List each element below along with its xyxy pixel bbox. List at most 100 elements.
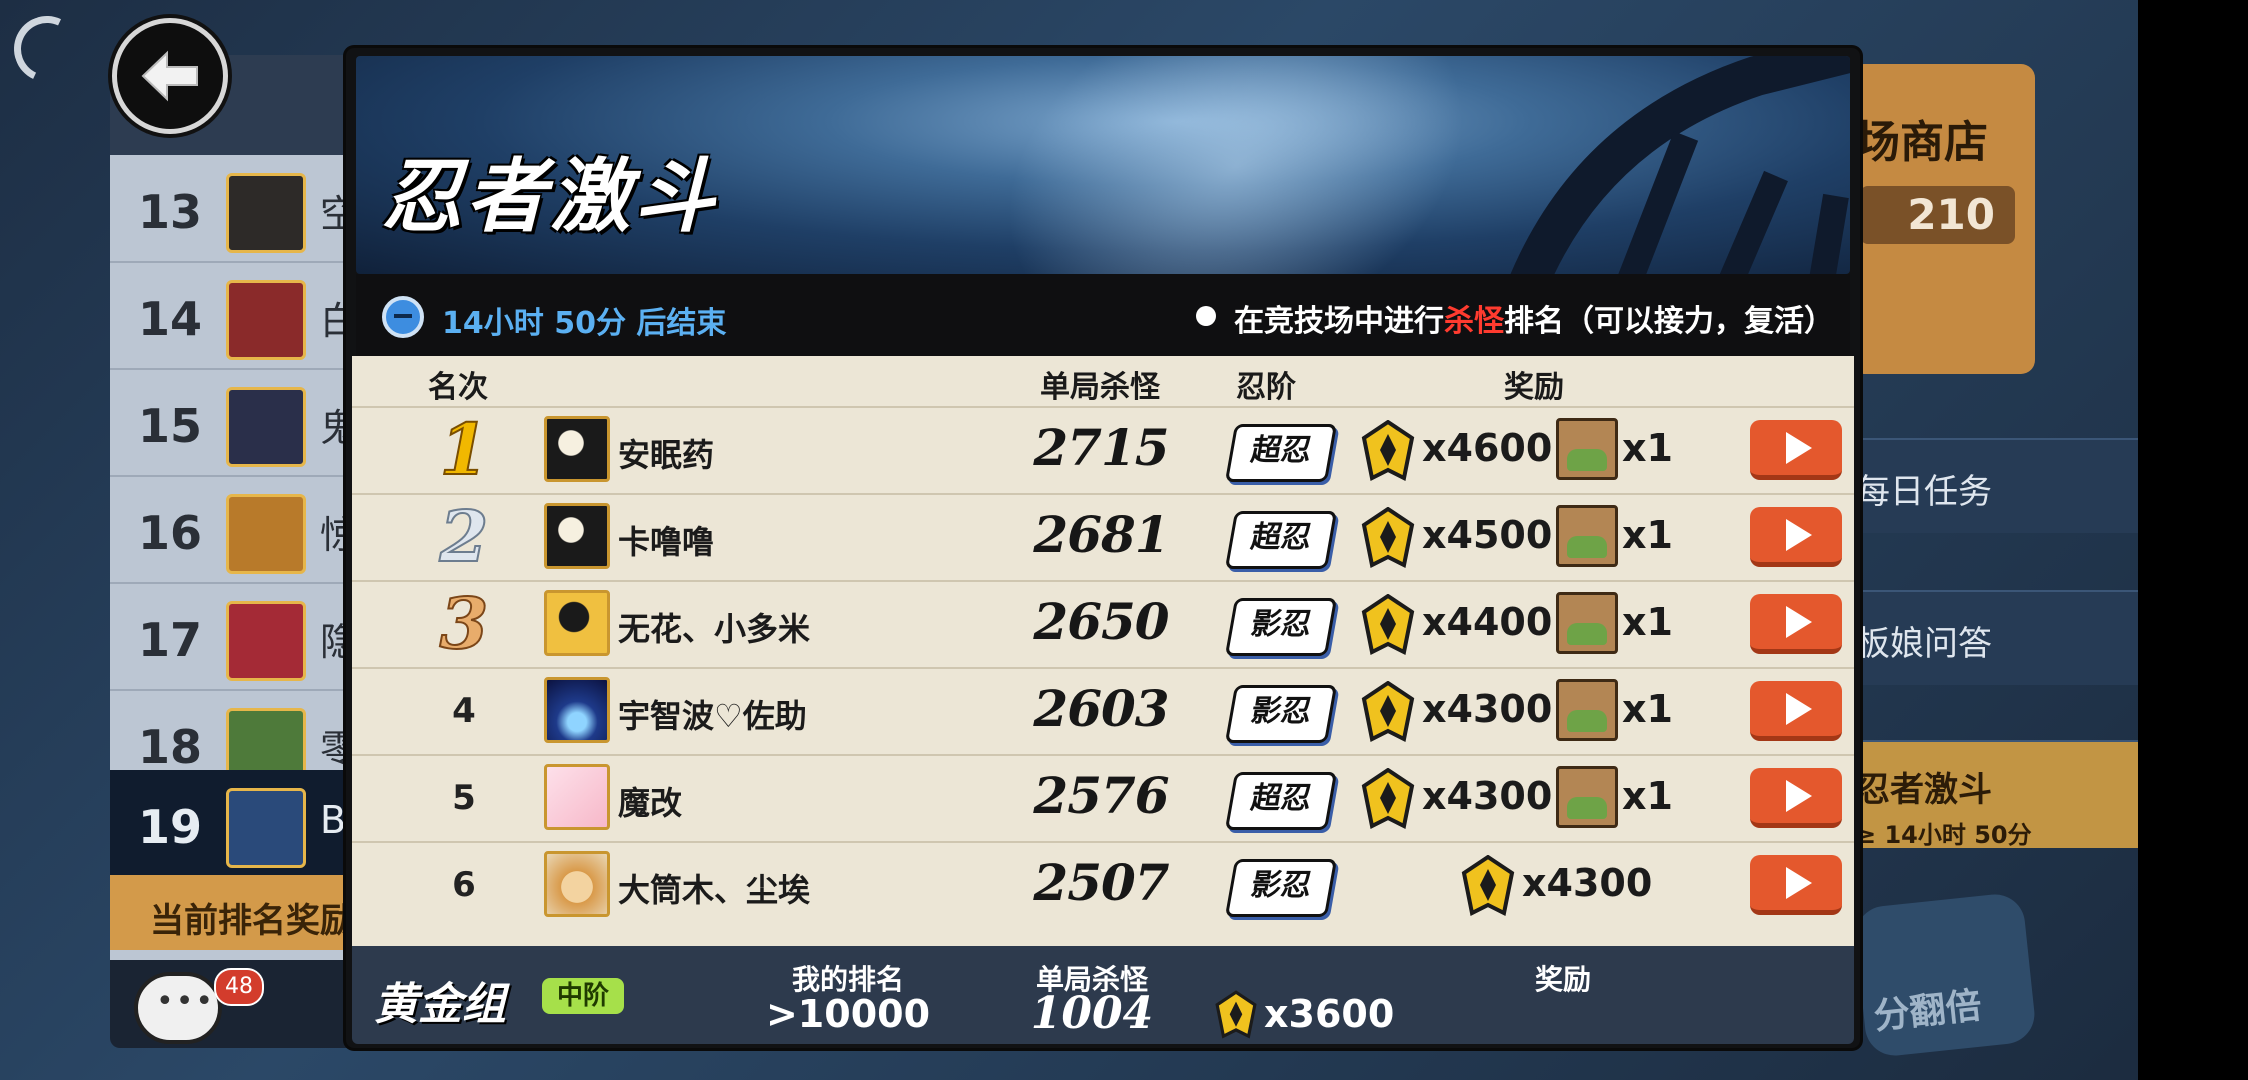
rank-number: 4 (452, 691, 476, 731)
table-row: 4 宇智波♡佐助 2603 影忍 x4300 x1 (352, 667, 1854, 756)
my-reward-label: 奖励 (1534, 963, 1591, 996)
crate-icon (1556, 505, 1618, 567)
reward-amount: x4300 (1422, 774, 1553, 818)
coin-medal-icon (1461, 855, 1515, 916)
avatar (544, 416, 610, 482)
play-replay-button[interactable] (1750, 855, 1842, 915)
crate-icon (1556, 418, 1618, 480)
rank-number: 6 (452, 865, 476, 905)
player-name: 卡噜噜 (618, 523, 715, 561)
double-reward-button[interactable]: 分翻倍 (1852, 891, 2038, 1059)
avatar (544, 764, 610, 830)
list-rank: 13 (138, 185, 203, 239)
avatar (226, 173, 306, 253)
avatar (226, 280, 306, 360)
avatar (544, 590, 610, 656)
back-button[interactable] (112, 18, 228, 134)
group-name: 黄金组 (374, 979, 506, 1030)
player-name: 大筒木、尘埃 (618, 871, 811, 909)
daily-tasks-button[interactable]: 每日任务 (1850, 438, 2138, 533)
rank-number: 2 (439, 495, 490, 578)
banner-wheel-art (1510, 56, 1850, 274)
list-item-me[interactable]: 19 B (110, 770, 370, 878)
info-bar: 14小时 50分 后结束 在竞技场中进行杀怪排名（可以接力，复活） (356, 274, 1850, 356)
kill-count: 2681 (1033, 505, 1169, 564)
countdown-timer: 14小时 50分 后结束 (442, 306, 727, 341)
arena-shop-panel[interactable]: 场商店 210 (1850, 64, 2035, 374)
reward-amount: x4400 (1422, 600, 1553, 644)
list-item[interactable]: 16 惊 (110, 476, 370, 584)
current-rank-reward-button[interactable]: 当前排名奖励 (110, 875, 370, 950)
level-badge: 中阶 (542, 978, 624, 1014)
reward-amount: x4300 (1422, 687, 1553, 731)
tier-badge: 超忍 (1224, 511, 1338, 569)
shop-coin-count: 210 (1860, 186, 2015, 244)
daily-tasks-label: 每日任务 (1856, 472, 1992, 512)
avatar (544, 851, 610, 917)
ninja-battle-dialog: 忍者激斗 14小时 50分 后结束 在竞技场中进行杀怪排名（可以接力，复活） 名… (346, 48, 1860, 1048)
reward-amount: x4500 (1422, 513, 1553, 557)
list-rank: 19 (138, 800, 203, 854)
play-replay-button[interactable] (1750, 768, 1842, 828)
event-description: 在竞技场中进行杀怪排名（可以接力，复活） (1234, 296, 1834, 340)
coin-medal-icon (1361, 420, 1415, 481)
table-row: 5 魔改 2576 超忍 x4300 x1 (352, 754, 1854, 843)
col-tier: 忍阶 (1236, 370, 1296, 405)
clock-icon (382, 296, 424, 338)
list-item[interactable]: 15 鬼 (110, 369, 370, 477)
qa-label: 板娘问答 (1856, 624, 1992, 664)
coin-medal-icon (1215, 990, 1257, 1039)
coin-medal-icon (1361, 681, 1415, 742)
avatar (226, 494, 306, 574)
desc-suffix: 排名（可以接力，复活） (1504, 304, 1834, 339)
kill-count: 2507 (1033, 853, 1169, 912)
avatar (226, 788, 306, 868)
kill-count: 2603 (1033, 679, 1169, 738)
crate-icon (1556, 766, 1618, 828)
my-reward-value: x3600 (1264, 992, 1395, 1036)
event-time: ≥ 14小时 50分 (1856, 821, 2032, 849)
qa-button[interactable]: 板娘问答 (1850, 590, 2138, 685)
list-item[interactable]: 13 空 (110, 155, 370, 263)
col-kills: 单局杀怪 (1040, 370, 1160, 405)
desc-prefix: 在竞技场中进行 (1234, 304, 1444, 339)
dialog-banner: 忍者激斗 (356, 56, 1850, 274)
shop-title: 场商店 (1856, 117, 1988, 168)
loading-arc-icon (4, 6, 90, 92)
avatar (544, 503, 610, 569)
list-name: B (320, 798, 347, 842)
bullet-icon (1196, 306, 1216, 326)
list-item[interactable]: 17 隐 (110, 583, 370, 691)
rank-number: 5 (452, 778, 476, 818)
play-replay-button[interactable] (1750, 420, 1842, 480)
rank-number: 1 (439, 408, 490, 491)
play-replay-button[interactable] (1750, 594, 1842, 654)
coin-medal-icon (1361, 768, 1415, 829)
event-button[interactable]: 忍者激斗 ≥ 14小时 50分 (1850, 740, 2138, 849)
avatar (226, 387, 306, 467)
list-item[interactable]: 14 白 (110, 262, 370, 370)
event-title: 忍者激斗 (1856, 770, 1992, 810)
player-name: 安眠药 (618, 436, 715, 474)
player-name: 无花、小多米 (618, 610, 811, 648)
chat-bar: 48 (110, 960, 370, 1048)
my-kills-value: 1004 (1030, 988, 1154, 1039)
crate-amount: x1 (1622, 687, 1673, 731)
chat-badge: 48 (214, 968, 264, 1006)
list-rank: 16 (138, 506, 203, 560)
play-replay-button[interactable] (1750, 507, 1842, 567)
coin-medal-icon (1361, 507, 1415, 568)
crate-icon (1556, 592, 1618, 654)
desc-highlight: 杀怪 (1444, 304, 1504, 339)
player-name: 宇智波♡佐助 (618, 697, 807, 735)
rank-number: 3 (439, 582, 490, 665)
chat-bubble-icon[interactable]: 48 (134, 968, 264, 1044)
crate-amount: x1 (1622, 600, 1673, 644)
play-replay-button[interactable] (1750, 681, 1842, 741)
screen-edge (2138, 0, 2248, 1080)
arrow-left-icon (141, 50, 198, 102)
col-rank: 名次 (428, 370, 488, 405)
table-row: 1 安眠药 2715 超忍 x4600 x1 (352, 406, 1854, 495)
player-name: 魔改 (618, 784, 683, 822)
kill-count: 2650 (1033, 592, 1169, 651)
